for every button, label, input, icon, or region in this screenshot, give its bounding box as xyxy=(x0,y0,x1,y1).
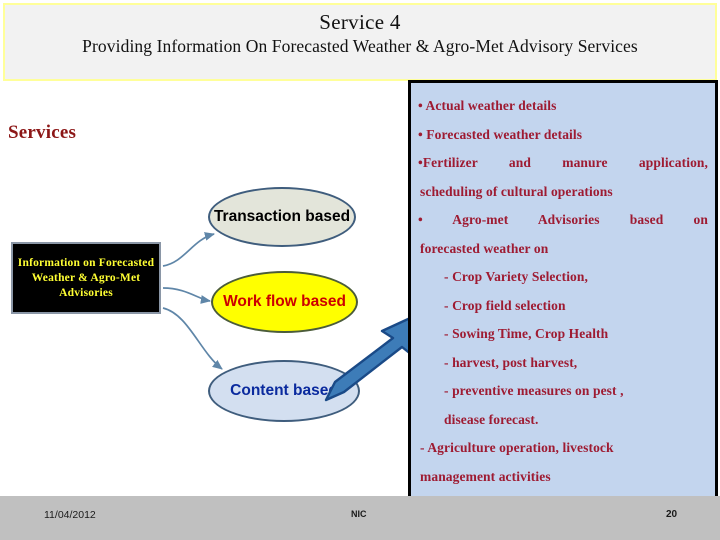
advisory-line: - preventive measures on pest , xyxy=(444,383,624,398)
node-transaction-based[interactable]: Transaction based xyxy=(208,187,356,247)
services-section-label: Services xyxy=(8,122,77,143)
footer-date: 11/04/2012 xyxy=(44,509,96,521)
source-information-label: Information on Forecasted Weather & Agro… xyxy=(17,256,155,299)
footer-page-number: 20 xyxy=(666,509,678,520)
advisory-details-panel: • Actual weather details • Forecasted we… xyxy=(408,80,718,508)
advisory-line: forecasted weather on xyxy=(420,240,549,256)
advisory-line: - Crop field selection xyxy=(444,297,566,313)
slide-footer: 11/04/2012 NIC 20 xyxy=(0,496,720,540)
source-information-box: Information on Forecasted Weather & Agro… xyxy=(11,242,161,314)
advisory-line: - Sowing Time, Crop Health xyxy=(444,326,609,341)
page-title: Service 4 xyxy=(319,10,401,34)
advisory-line: disease forecast. xyxy=(444,411,539,427)
advisory-line: - harvest, post harvest, xyxy=(444,354,578,370)
advisory-line: • Agro-met Advisories based on xyxy=(418,212,708,227)
page-subtitle: Providing Information On Forecasted Weat… xyxy=(82,36,638,56)
advisory-line: scheduling of cultural operations xyxy=(420,183,613,199)
advisory-line: •Fertilizer and manure application, xyxy=(418,155,708,170)
advisory-line: management activities xyxy=(420,468,551,484)
advisory-line: • Actual weather details xyxy=(418,98,557,113)
advisory-details-list: • Actual weather details • Forecasted we… xyxy=(411,83,715,491)
slide-canvas: Service 4 Providing Information On Forec… xyxy=(0,0,720,540)
footer-organization: NIC xyxy=(351,509,367,519)
advisory-line: • Forecasted weather details xyxy=(418,126,583,142)
advisory-line: - Agriculture operation, livestock xyxy=(420,440,614,455)
slide-title-box: Service 4 Providing Information On Forec… xyxy=(3,3,717,81)
node-transaction-based-label: Transaction based xyxy=(213,208,351,225)
advisory-line: - Crop Variety Selection, xyxy=(444,269,588,284)
